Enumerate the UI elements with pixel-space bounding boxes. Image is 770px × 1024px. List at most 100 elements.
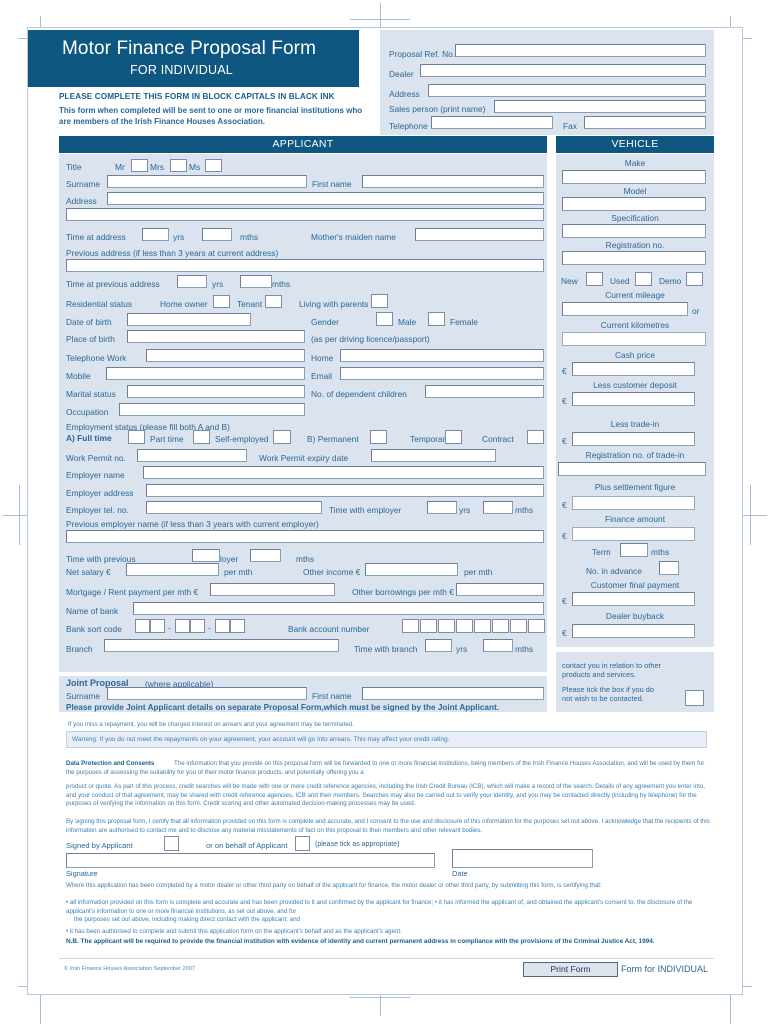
gender-male-checkbox[interactable]: [376, 312, 393, 326]
employer-name-input[interactable]: [143, 466, 544, 479]
time-with-employer-months-input[interactable]: [483, 501, 513, 514]
part-time-checkbox[interactable]: [193, 430, 210, 444]
telephone-work-input[interactable]: [146, 349, 305, 362]
dealer-address-input[interactable]: [428, 84, 706, 97]
time-at-address-years-input[interactable]: [142, 228, 169, 241]
employer-tel-input[interactable]: [146, 501, 322, 514]
occupation-input[interactable]: [119, 403, 305, 416]
vehicle-less-deposit-input[interactable]: [572, 392, 695, 406]
other-income-input[interactable]: [365, 563, 458, 576]
vehicle-make-input[interactable]: [562, 170, 706, 184]
temporary-checkbox[interactable]: [445, 430, 462, 444]
time-with-previous-employer-years-input[interactable]: [192, 549, 220, 562]
sort-code-digit-6[interactable]: [230, 619, 245, 633]
vehicle-specification-input[interactable]: [562, 224, 706, 238]
sort-code-digit-4[interactable]: [190, 619, 205, 633]
time-with-employer-years-input[interactable]: [427, 501, 457, 514]
previous-address-input[interactable]: [66, 259, 544, 272]
email-input[interactable]: [340, 367, 544, 380]
account-number-digit-4[interactable]: [456, 619, 473, 633]
do-not-contact-checkbox[interactable]: [685, 690, 704, 706]
vehicle-demo-checkbox[interactable]: [686, 272, 703, 286]
mortgage-rent-input[interactable]: [210, 583, 335, 596]
time-at-previous-months-input[interactable]: [240, 275, 272, 288]
net-salary-input[interactable]: [126, 563, 219, 576]
signature-date-input[interactable]: [452, 849, 593, 868]
title-mrs-checkbox[interactable]: [170, 159, 187, 172]
vehicle-plus-settlement-input[interactable]: [572, 496, 695, 510]
title-ms-checkbox[interactable]: [205, 159, 222, 172]
vehicle-dealer-buyback-input[interactable]: [572, 624, 695, 638]
sort-code-digit-3[interactable]: [175, 619, 190, 633]
living-with-parents-checkbox[interactable]: [371, 294, 388, 308]
title-ms-label: Ms: [189, 162, 201, 172]
vehicle-finance-amount-input[interactable]: [572, 527, 695, 541]
proposal-ref-input[interactable]: [455, 44, 706, 57]
signed-by-applicant-checkbox[interactable]: [164, 836, 179, 851]
account-number-digit-8[interactable]: [528, 619, 545, 633]
account-number-digit-7[interactable]: [510, 619, 527, 633]
mobile-input[interactable]: [106, 367, 305, 380]
sales-person-input[interactable]: [494, 100, 706, 113]
account-number-digit-2[interactable]: [420, 619, 437, 633]
place-of-birth-input[interactable]: [127, 330, 305, 343]
surname-input[interactable]: [107, 175, 307, 188]
signature-label: Signature: [66, 869, 98, 878]
permanent-checkbox[interactable]: [370, 430, 387, 444]
on-behalf-checkbox[interactable]: [295, 836, 310, 851]
vehicle-registration-input[interactable]: [562, 251, 706, 265]
contract-checkbox[interactable]: [527, 430, 544, 444]
print-form-button[interactable]: Print Form: [523, 962, 618, 977]
sort-code-digit-1[interactable]: [135, 619, 150, 633]
time-at-address-months-input[interactable]: [202, 228, 232, 241]
vehicle-trade-in-registration-input[interactable]: [558, 462, 706, 476]
home-owner-checkbox[interactable]: [213, 295, 230, 308]
vehicle-cash-price-input[interactable]: [572, 362, 695, 376]
vehicle-model-input[interactable]: [562, 197, 706, 211]
account-number-digit-5[interactable]: [474, 619, 491, 633]
vehicle-less-trade-in-input[interactable]: [572, 432, 695, 446]
time-with-previous-employer-months-input[interactable]: [250, 549, 281, 562]
time-with-branch-months-input[interactable]: [483, 639, 513, 652]
joint-first-name-input[interactable]: [362, 687, 544, 700]
vehicle-no-in-advance-input[interactable]: [659, 561, 679, 575]
account-number-digit-6[interactable]: [492, 619, 509, 633]
vehicle-term-input[interactable]: [620, 543, 648, 557]
account-number-digit-3[interactable]: [438, 619, 455, 633]
account-number-digit-1[interactable]: [402, 619, 419, 633]
sort-code-digit-2[interactable]: [150, 619, 165, 633]
tenant-checkbox[interactable]: [265, 295, 282, 308]
previous-employer-input[interactable]: [66, 530, 544, 543]
sort-code-digit-5[interactable]: [215, 619, 230, 633]
vehicle-used-checkbox[interactable]: [635, 272, 652, 286]
title-mr-checkbox[interactable]: [131, 159, 148, 172]
first-name-input[interactable]: [362, 175, 544, 188]
dealer-input[interactable]: [420, 64, 706, 77]
vehicle-current-mileage-input[interactable]: [562, 302, 688, 316]
time-at-previous-years-input[interactable]: [177, 275, 207, 288]
date-of-birth-input[interactable]: [127, 313, 251, 326]
dealer-telephone-input[interactable]: [431, 116, 553, 129]
mothers-maiden-name-input[interactable]: [415, 228, 544, 241]
telephone-home-input[interactable]: [340, 349, 544, 362]
dependent-children-input[interactable]: [425, 385, 544, 398]
gender-female-checkbox[interactable]: [428, 312, 445, 326]
dealer-fax-input[interactable]: [584, 116, 706, 129]
signature-input[interactable]: [66, 853, 435, 868]
vehicle-customer-final-payment-input[interactable]: [572, 592, 695, 606]
time-with-branch-years-input[interactable]: [425, 639, 452, 652]
applicant-address-input-1[interactable]: [107, 192, 544, 205]
marital-status-input[interactable]: [127, 385, 305, 398]
vehicle-current-kilometres-input[interactable]: [562, 332, 706, 346]
work-permit-no-input[interactable]: [137, 449, 247, 462]
joint-surname-input[interactable]: [107, 687, 307, 700]
other-borrowings-input[interactable]: [456, 583, 544, 596]
branch-input[interactable]: [104, 639, 339, 652]
employer-address-input[interactable]: [146, 484, 544, 497]
name-of-bank-input[interactable]: [133, 602, 544, 615]
self-employed-checkbox[interactable]: [273, 430, 291, 444]
full-time-checkbox[interactable]: [128, 430, 145, 444]
vehicle-new-checkbox[interactable]: [586, 272, 603, 286]
work-permit-expiry-input[interactable]: [371, 449, 496, 462]
applicant-address-input-2[interactable]: [66, 208, 544, 221]
